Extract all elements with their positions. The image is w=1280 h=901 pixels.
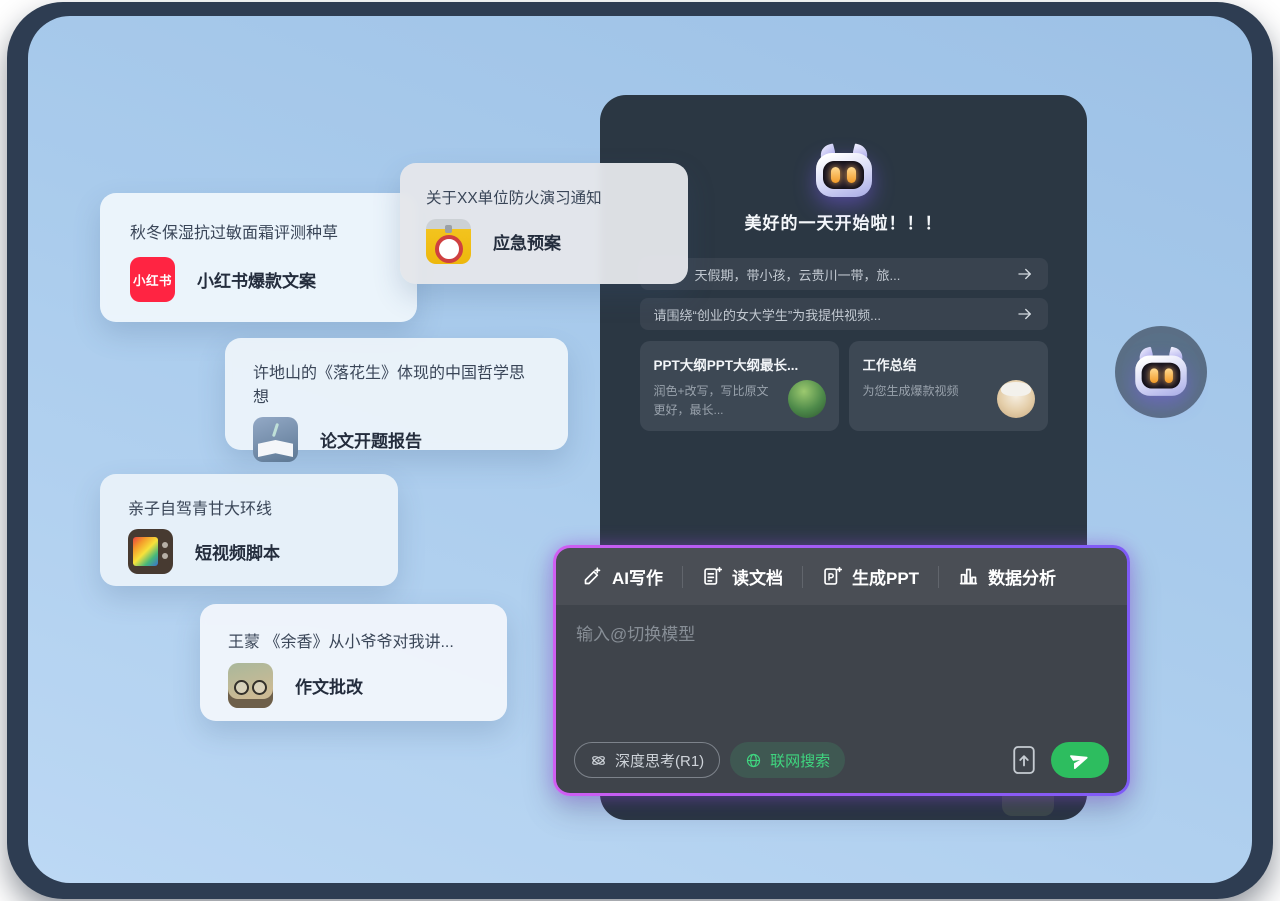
suggestion-card-title: 工作总结 (863, 354, 1034, 374)
deep-think-toggle[interactable]: 深度思考(R1) (574, 742, 720, 778)
tab-label: 生成PPT (852, 564, 919, 589)
input-placeholder: 输入@切换模型 (576, 620, 1107, 645)
divider (938, 566, 939, 588)
shortcut-title: 秋冬保湿抗过敏面霜评测种草 (130, 219, 387, 243)
prompt-suggestion-row[interactable]: 请围绕“创业的女大学生”为我提供视频... (640, 298, 1048, 330)
arrow-right-icon (1016, 265, 1034, 283)
shortcut-card-thesis[interactable]: 许地山的《落花生》体现的中国哲学思想 论文开题报告 (225, 338, 568, 450)
shortcut-title: 关于XX单位防火演习通知 (426, 186, 662, 208)
bar-chart-icon (958, 566, 979, 587)
mascot-robot-icon (816, 145, 872, 197)
deep-think-label: 深度思考(R1) (615, 750, 704, 771)
prompt-suggestion-row[interactable]: 天假期，带小孩，云贵川一带，旅... (640, 258, 1048, 290)
tab-ai-writing[interactable]: AI写作 (582, 564, 663, 589)
prompt-row-text: 请围绕“创业的女大学生”为我提供视频... (654, 305, 1006, 324)
shortcut-tag: 应急预案 (493, 229, 561, 254)
composer-toolbar: AI写作 读文档 生成PPT 数据分析 (556, 548, 1127, 605)
shortcut-title: 亲子自驾青甘大环线 (128, 495, 370, 519)
plant-avatar (788, 380, 826, 418)
globe-icon (745, 752, 762, 769)
atom-icon (590, 752, 607, 769)
open-book-icon (253, 417, 298, 462)
screenshot-stage: 美好的一天开始啦！！！ 天假期，带小孩，云贵川一带，旅... 请围绕“创业的女大… (0, 0, 1280, 901)
shortcut-tag: 作文批改 (295, 673, 363, 698)
document-sparkle-icon (702, 566, 723, 587)
glasses-book-icon (228, 663, 273, 708)
composer-panel: AI写作 读文档 生成PPT 数据分析 输入@切 (553, 545, 1130, 796)
tab-read-doc[interactable]: 读文档 (702, 564, 783, 589)
shortcut-card-emergency[interactable]: 关于XX单位防火演习通知 应急预案 (400, 163, 688, 284)
tab-label: AI写作 (612, 564, 663, 589)
suggestion-card[interactable]: 工作总结 为您生成爆款视频 (849, 341, 1048, 431)
prompt-input[interactable]: 输入@切换模型 深度思考(R1) 联网搜索 (556, 605, 1127, 793)
upload-file-button[interactable] (1011, 743, 1041, 777)
greeting-text: 美好的一天开始啦！！！ (745, 209, 943, 234)
tab-generate-ppt[interactable]: 生成PPT (822, 564, 919, 589)
divider (682, 566, 683, 588)
shortcut-card-essay[interactable]: 王蒙 《余香》从小爷爷对我讲... 作文批改 (200, 604, 507, 721)
send-button[interactable] (1051, 742, 1109, 778)
web-search-label: 联网搜索 (770, 750, 830, 771)
baby-avatar (997, 380, 1035, 418)
tab-data-analysis[interactable]: 数据分析 (958, 564, 1056, 589)
alarm-clock-icon (426, 219, 471, 264)
shortcut-tag: 小红书爆款文案 (197, 267, 316, 292)
web-search-toggle[interactable]: 联网搜索 (730, 742, 845, 778)
upload-file-icon (1011, 744, 1037, 776)
pen-sparkle-icon (582, 566, 603, 587)
assistant-robot-button[interactable] (1115, 326, 1207, 418)
arrow-right-icon (1016, 305, 1034, 323)
tab-label: 读文档 (732, 564, 783, 589)
shortcut-title: 许地山的《落花生》体现的中国哲学思想 (253, 359, 540, 407)
suggestion-card-title: PPT大纲PPT大纲最长... (654, 354, 825, 374)
robot-icon (1135, 348, 1187, 396)
suggestion-card[interactable]: PPT大纲PPT大纲最长... 润色+改写，写比原文更好，最长... (640, 341, 839, 431)
ppt-file-icon (822, 566, 843, 587)
tv-icon (128, 529, 173, 574)
prompt-row-text: 天假期，带小孩，云贵川一带，旅... (654, 265, 1006, 284)
shortcut-tag: 短视频脚本 (195, 539, 280, 564)
suggestion-card-desc: 润色+改写，写比原文更好，最长... (654, 382, 776, 419)
shortcut-title: 王蒙 《余香》从小爷爷对我讲... (228, 628, 479, 652)
divider (802, 566, 803, 588)
shortcut-card-video-script[interactable]: 亲子自驾青甘大环线 短视频脚本 (100, 474, 398, 586)
shortcut-card-xiaohongshu[interactable]: 秋冬保湿抗过敏面霜评测种草 小红书 小红书爆款文案 (100, 193, 417, 322)
shortcut-tag: 论文开题报告 (320, 427, 422, 452)
send-plane-icon (1070, 750, 1090, 770)
tab-label: 数据分析 (988, 564, 1056, 589)
xiaohongshu-icon: 小红书 (130, 257, 175, 302)
